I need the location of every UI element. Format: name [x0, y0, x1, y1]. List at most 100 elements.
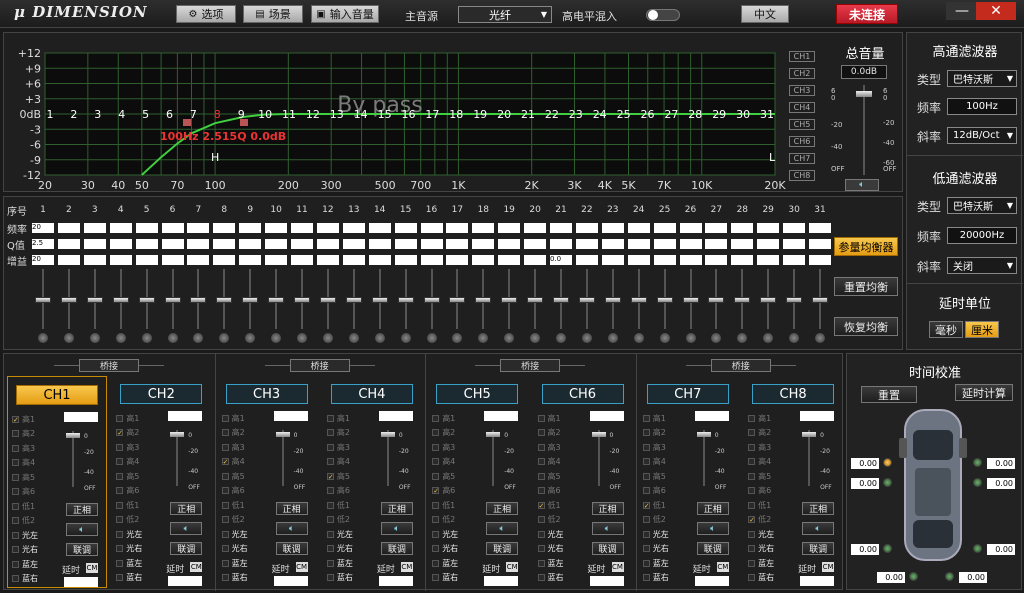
source-checkbox[interactable]: ✓ 高6 [432, 485, 482, 497]
source-checkbox[interactable]: 光左 [12, 529, 62, 541]
band-enable-knob[interactable] [297, 333, 307, 343]
fader-cap[interactable] [242, 297, 259, 303]
channel-delay-input[interactable] [273, 576, 308, 586]
channel-indicator-ch4[interactable]: CH4 [789, 102, 815, 113]
source-checkbox[interactable]: 光左 [748, 528, 798, 540]
channel-indicator-ch5[interactable]: CH5 [789, 119, 815, 130]
checkbox[interactable] [432, 429, 440, 436]
source-checkbox[interactable]: 低1 [116, 499, 166, 511]
source-checkbox[interactable]: 高3 [12, 442, 62, 454]
band-freq-input[interactable] [368, 223, 391, 233]
band-freq-input[interactable] [783, 223, 806, 233]
source-checkbox[interactable]: 高4 [326, 456, 377, 468]
fader-cap[interactable] [553, 297, 569, 303]
band-enable-knob[interactable] [374, 333, 385, 343]
checkbox[interactable] [221, 559, 229, 567]
band-enable-knob[interactable] [193, 333, 204, 343]
source-checkbox[interactable]: 高6 [537, 485, 588, 497]
fader-cap[interactable] [268, 297, 285, 303]
band-gain-input[interactable] [524, 255, 547, 265]
eq-graph[interactable]: +12+9+6+30dB-3-6-9-1220 30 40 50 70 100 200 300… [4, 33, 792, 193]
channel-indicator-ch6[interactable]: CH6 [789, 136, 815, 147]
band-gain-fader[interactable] [680, 269, 702, 343]
fader-cap[interactable] [138, 297, 155, 303]
source-checkbox[interactable]: ✓ 低1 [642, 499, 693, 511]
source-checkbox[interactable]: 高6 [221, 485, 272, 497]
channel-indicator-ch8[interactable]: CH8 [789, 170, 815, 181]
source-checkbox[interactable]: 蓝左 [116, 557, 166, 569]
band-gain-input[interactable] [705, 255, 728, 265]
checkbox[interactable] [326, 487, 334, 494]
mute-button[interactable]: 🔈︎ [696, 522, 729, 535]
source-checkbox[interactable]: 高5 [116, 470, 166, 482]
band-gain-input[interactable] [394, 255, 417, 265]
fader-cap[interactable] [802, 432, 817, 437]
source-checkbox[interactable]: 高6 [326, 485, 377, 497]
checkbox[interactable] [116, 559, 124, 567]
band-q-input[interactable] [446, 239, 469, 249]
speaker-icon[interactable] [883, 544, 892, 553]
checkbox[interactable] [748, 472, 756, 480]
fader-cap[interactable] [696, 432, 711, 437]
checkbox[interactable] [642, 414, 650, 422]
band-marker[interactable]: 15 [378, 108, 392, 121]
band-gain-fader[interactable] [446, 269, 468, 343]
band-marker[interactable]: 11 [282, 108, 296, 121]
checkbox[interactable] [326, 559, 334, 567]
checkbox[interactable] [642, 429, 650, 436]
band-enable-knob[interactable] [737, 333, 748, 343]
fader-cap[interactable] [786, 297, 803, 303]
band-gain-input[interactable] [187, 255, 210, 265]
band-q-input[interactable]: 2.5 [32, 239, 54, 249]
fader-cap[interactable] [294, 297, 310, 303]
link-button[interactable]: 联调 [380, 542, 413, 555]
band-gain-fader[interactable] [162, 269, 184, 343]
checkbox[interactable] [432, 574, 440, 581]
band-marker[interactable]: 19 [473, 108, 487, 121]
lpf-slope-select[interactable]: 关闭 ▼ [947, 257, 1017, 274]
source-checkbox[interactable]: 光左 [642, 528, 693, 540]
source-checkbox[interactable]: 蓝右 [12, 573, 62, 585]
scene-button[interactable]: ▤ 场景 [243, 5, 303, 23]
checkbox[interactable] [432, 472, 440, 480]
band-marker[interactable]: 26 [641, 108, 655, 121]
peq-point-handle[interactable] [183, 119, 191, 126]
band-gain-input[interactable] [420, 255, 443, 265]
speaker-icon[interactable] [909, 572, 918, 581]
speaker-icon[interactable] [945, 572, 954, 581]
checkbox[interactable] [326, 458, 334, 465]
link-button[interactable]: 联调 [275, 542, 308, 555]
source-checkbox[interactable]: 蓝右 [642, 572, 693, 584]
band-freq-input[interactable] [601, 223, 624, 233]
band-marker[interactable]: 13 [330, 108, 344, 121]
source-checkbox[interactable]: 高2 [432, 427, 482, 439]
time-reset-button[interactable]: 重置 [861, 386, 917, 403]
channel-volume-fader[interactable]: 0 -20 -40 OFF [695, 428, 739, 491]
band-freq-input[interactable] [679, 223, 702, 233]
band-marker[interactable]: 31 [760, 108, 774, 121]
checkbox[interactable] [748, 501, 756, 509]
band-marker[interactable]: 20 [497, 108, 511, 121]
checkbox[interactable] [116, 487, 124, 494]
reset-eq-button[interactable]: 重置均衡 [834, 277, 898, 296]
band-gain-input[interactable] [57, 255, 80, 265]
band-marker[interactable]: 5 [142, 108, 149, 121]
band-q-input[interactable] [679, 239, 702, 249]
band-enable-knob[interactable] [348, 333, 359, 343]
close-button[interactable]: ✕ [976, 2, 1016, 20]
band-enable-knob[interactable] [789, 333, 800, 343]
source-checkbox[interactable]: 低1 [12, 500, 62, 512]
band-q-input[interactable] [757, 239, 780, 249]
source-checkbox[interactable]: 蓝右 [326, 572, 377, 584]
source-checkbox[interactable]: 蓝左 [537, 557, 588, 569]
phase-button[interactable]: 正相 [170, 502, 203, 515]
band-marker[interactable]: 28 [688, 108, 702, 121]
bridge-button[interactable]: 桥接 [710, 359, 771, 372]
fader-cap[interactable] [190, 297, 207, 303]
band-q-input[interactable] [394, 239, 417, 249]
phase-button[interactable]: 正相 [380, 502, 413, 515]
band-marker[interactable]: 22 [545, 108, 559, 121]
checkbox[interactable] [642, 530, 650, 538]
checkbox[interactable]: ✓ [642, 501, 650, 509]
checkbox[interactable] [537, 487, 545, 494]
